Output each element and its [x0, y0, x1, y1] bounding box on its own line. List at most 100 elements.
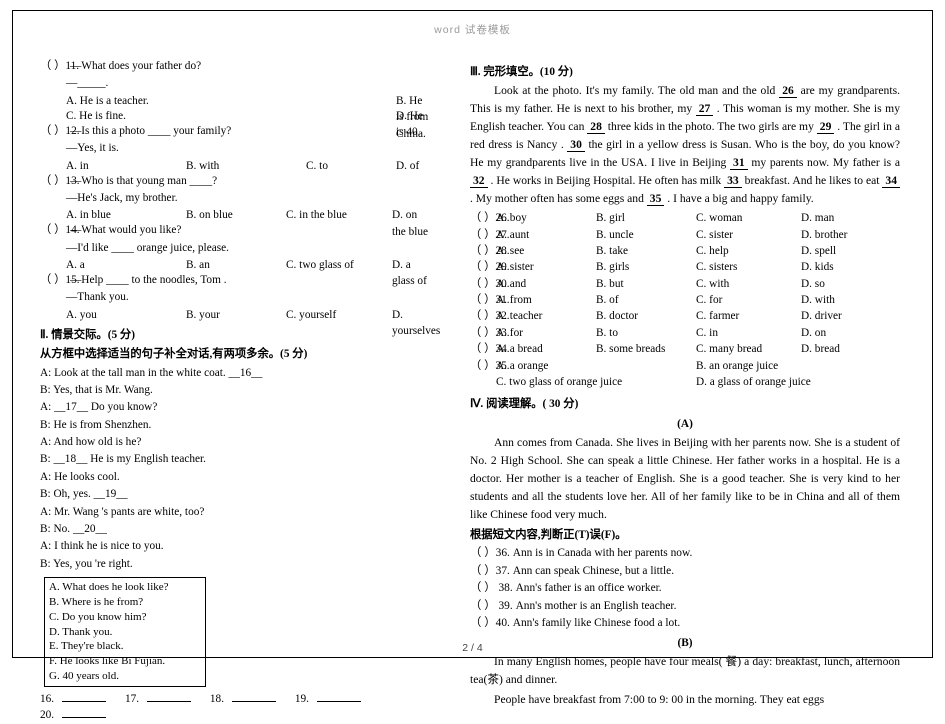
answer-blank-20[interactable]: 20.	[40, 707, 114, 723]
cloze-q31-paren[interactable]: （ ）31.	[470, 292, 510, 308]
cloze-q27-paren[interactable]: （ ）27.	[470, 227, 510, 243]
cloze-q26-option-d[interactable]: D. man	[801, 210, 834, 226]
cloze-q32-option-d[interactable]: D. driver	[801, 308, 842, 324]
cloze-q29-option-a[interactable]: A. sister	[496, 259, 534, 275]
cloze-q30-option-b[interactable]: B. but	[596, 276, 624, 292]
cloze-q33-paren[interactable]: （ ）33.	[470, 325, 510, 341]
question-15-option-a[interactable]: A. you	[66, 307, 97, 323]
cloze-q32-option-c[interactable]: C. farmer	[696, 308, 739, 324]
cloze-q27-option-c[interactable]: C. sister	[696, 227, 733, 243]
question-13-option-d[interactable]: D. on the blue	[392, 207, 432, 240]
cloze-q32-option-b[interactable]: B. doctor	[596, 308, 638, 324]
tf-item-39[interactable]: （ ） 39. Ann's mother is an English teach…	[470, 598, 900, 615]
question-15-option-c[interactable]: C. yourself	[286, 307, 336, 323]
answer-blank-18[interactable]: 18.	[210, 691, 284, 707]
cloze-q26-option-c[interactable]: C. woman	[696, 210, 742, 226]
cloze-q35-option-c[interactable]: C. two glass of orange juice	[496, 374, 622, 390]
question-12-option-a[interactable]: A. in	[66, 158, 89, 174]
answer-blank-19[interactable]: 19.	[295, 691, 369, 707]
cloze-blank-34[interactable]: 34	[882, 174, 900, 189]
cloze-q34-option-c[interactable]: C. many bread	[696, 341, 762, 357]
cloze-q34-option-d[interactable]: D. bread	[801, 341, 840, 357]
cloze-q26-paren[interactable]: （ ）26.	[470, 210, 510, 226]
cloze-q32-paren[interactable]: （ ）32.	[470, 308, 510, 324]
cloze-q29-paren[interactable]: （ ）29.	[470, 259, 510, 275]
question-14-option-a[interactable]: A. a	[66, 257, 85, 273]
cloze-q26-option-a[interactable]: A. boy	[496, 210, 527, 226]
cloze-q35-option-d[interactable]: D. a glass of orange juice	[696, 374, 811, 390]
cloze-q30-option-d[interactable]: D. so	[801, 276, 825, 292]
question-12-option-d[interactable]: D. of	[396, 158, 419, 174]
choice-item[interactable]: G. 40 years old.	[49, 669, 201, 684]
question-11-paren[interactable]: （ ）11.	[40, 58, 79, 74]
cloze-q34-paren[interactable]: （ ）34.	[470, 341, 510, 357]
cloze-q34-option-b[interactable]: B. some breads	[596, 341, 665, 357]
question-11-option-d[interactable]: D. He is 40.	[396, 108, 432, 141]
cloze-q30-paren[interactable]: （ ）30.	[470, 276, 510, 292]
cloze-q30-option-c[interactable]: C. with	[696, 276, 729, 292]
question-12-option-c[interactable]: C. to	[306, 158, 328, 174]
question-15-option-d[interactable]: D. yourselves	[392, 307, 440, 340]
tf-item-38[interactable]: （ ） 38. Ann's father is an office worker…	[470, 580, 900, 597]
tf-item-40[interactable]: （ ）40. Ann's family like Chinese food a …	[470, 615, 900, 632]
cloze-q35-option-a[interactable]: A. a orange	[496, 358, 548, 374]
cloze-q31-option-c[interactable]: C. for	[696, 292, 722, 308]
cloze-q28-option-d[interactable]: D. spell	[801, 243, 836, 259]
question-14-paren[interactable]: （ ）14.	[40, 222, 80, 238]
cloze-q28-paren[interactable]: （ ）28.	[470, 243, 510, 259]
choice-item[interactable]: B. Where is he from?	[49, 595, 201, 610]
cloze-blank-28[interactable]: 28	[587, 120, 605, 135]
question-13-option-c[interactable]: C. in the blue	[286, 207, 347, 223]
cloze-q27-option-d[interactable]: D. brother	[801, 227, 847, 243]
question-13-option-a[interactable]: A. in blue	[66, 207, 111, 223]
cloze-q30-option-a[interactable]: A. and	[496, 276, 526, 292]
tf-item-37[interactable]: （ ）37. Ann can speak Chinese, but a litt…	[470, 563, 900, 580]
cloze-q31-option-d[interactable]: D. with	[801, 292, 835, 308]
question-13-option-b[interactable]: B. on blue	[186, 207, 233, 223]
tf-item-36[interactable]: （ ）36. Ann is in Canada with her parents…	[470, 545, 900, 562]
question-15-paren[interactable]: （ ）15.	[40, 272, 80, 288]
cloze-q28-option-b[interactable]: B. take	[596, 243, 628, 259]
cloze-blank-30[interactable]: 30	[567, 138, 585, 153]
cloze-q31-option-a[interactable]: A. from	[496, 292, 532, 308]
cloze-q33-option-b[interactable]: B. to	[596, 325, 618, 341]
choice-item[interactable]: D. Thank you.	[49, 625, 201, 640]
question-11-option-c[interactable]: C. He is fine.	[66, 108, 126, 124]
choice-item[interactable]: F. He looks like Bi Fujian.	[49, 654, 201, 669]
answer-blank-17[interactable]: 17.	[125, 691, 199, 707]
cloze-q34-option-a[interactable]: A. a bread	[496, 341, 543, 357]
question-11-option-a[interactable]: A. He is a teacher.	[66, 93, 149, 109]
cloze-q33-option-d[interactable]: D. on	[801, 325, 826, 341]
cloze-q29-option-c[interactable]: C. sisters	[696, 259, 737, 275]
cloze-q27-option-b[interactable]: B. uncle	[596, 227, 634, 243]
cloze-blank-31[interactable]: 31	[730, 156, 748, 171]
cloze-blank-29[interactable]: 29	[816, 120, 835, 135]
question-13-paren[interactable]: （ ）13.	[40, 173, 80, 189]
choice-item[interactable]: A. What does he look like?	[49, 580, 201, 595]
cloze-q33-option-c[interactable]: C. in	[696, 325, 718, 341]
cloze-blank-26[interactable]: 26	[779, 84, 797, 99]
cloze-blank-33[interactable]: 33	[724, 174, 742, 189]
cloze-blank-35[interactable]: 35	[646, 192, 665, 207]
cloze-q32-option-a[interactable]: A. teacher	[496, 308, 542, 324]
choice-item[interactable]: C. Do you know him?	[49, 610, 201, 625]
cloze-q35-option-b[interactable]: B. an orange juice	[696, 358, 778, 374]
cloze-q31-option-b[interactable]: B. of	[596, 292, 619, 308]
answer-blank-16[interactable]: 16.	[40, 691, 114, 707]
question-12-paren[interactable]: （ ）12.	[40, 123, 80, 139]
cloze-q28-option-c[interactable]: C. help	[696, 243, 729, 259]
cloze-q29-option-b[interactable]: B. girls	[596, 259, 629, 275]
cloze-blank-32[interactable]: 32	[470, 174, 488, 189]
cloze-q28-option-a[interactable]: A. see	[496, 243, 524, 259]
question-14-option-c[interactable]: C. two glass of	[286, 257, 354, 273]
cloze-q35-paren[interactable]: （ ）35.	[470, 358, 510, 374]
cloze-blank-27[interactable]: 27	[695, 102, 714, 117]
cloze-q27-option-a[interactable]: A. aunt	[496, 227, 529, 243]
cloze-q29-option-d[interactable]: D. kids	[801, 259, 834, 275]
cloze-q33-option-a[interactable]: A. for	[496, 325, 523, 341]
question-14-option-b[interactable]: B. an	[186, 257, 210, 273]
question-15-option-b[interactable]: B. your	[186, 307, 220, 323]
cloze-q26-option-b[interactable]: B. girl	[596, 210, 625, 226]
question-12-option-b[interactable]: B. with	[186, 158, 219, 174]
question-14-option-d[interactable]: D. a glass of	[392, 257, 432, 290]
